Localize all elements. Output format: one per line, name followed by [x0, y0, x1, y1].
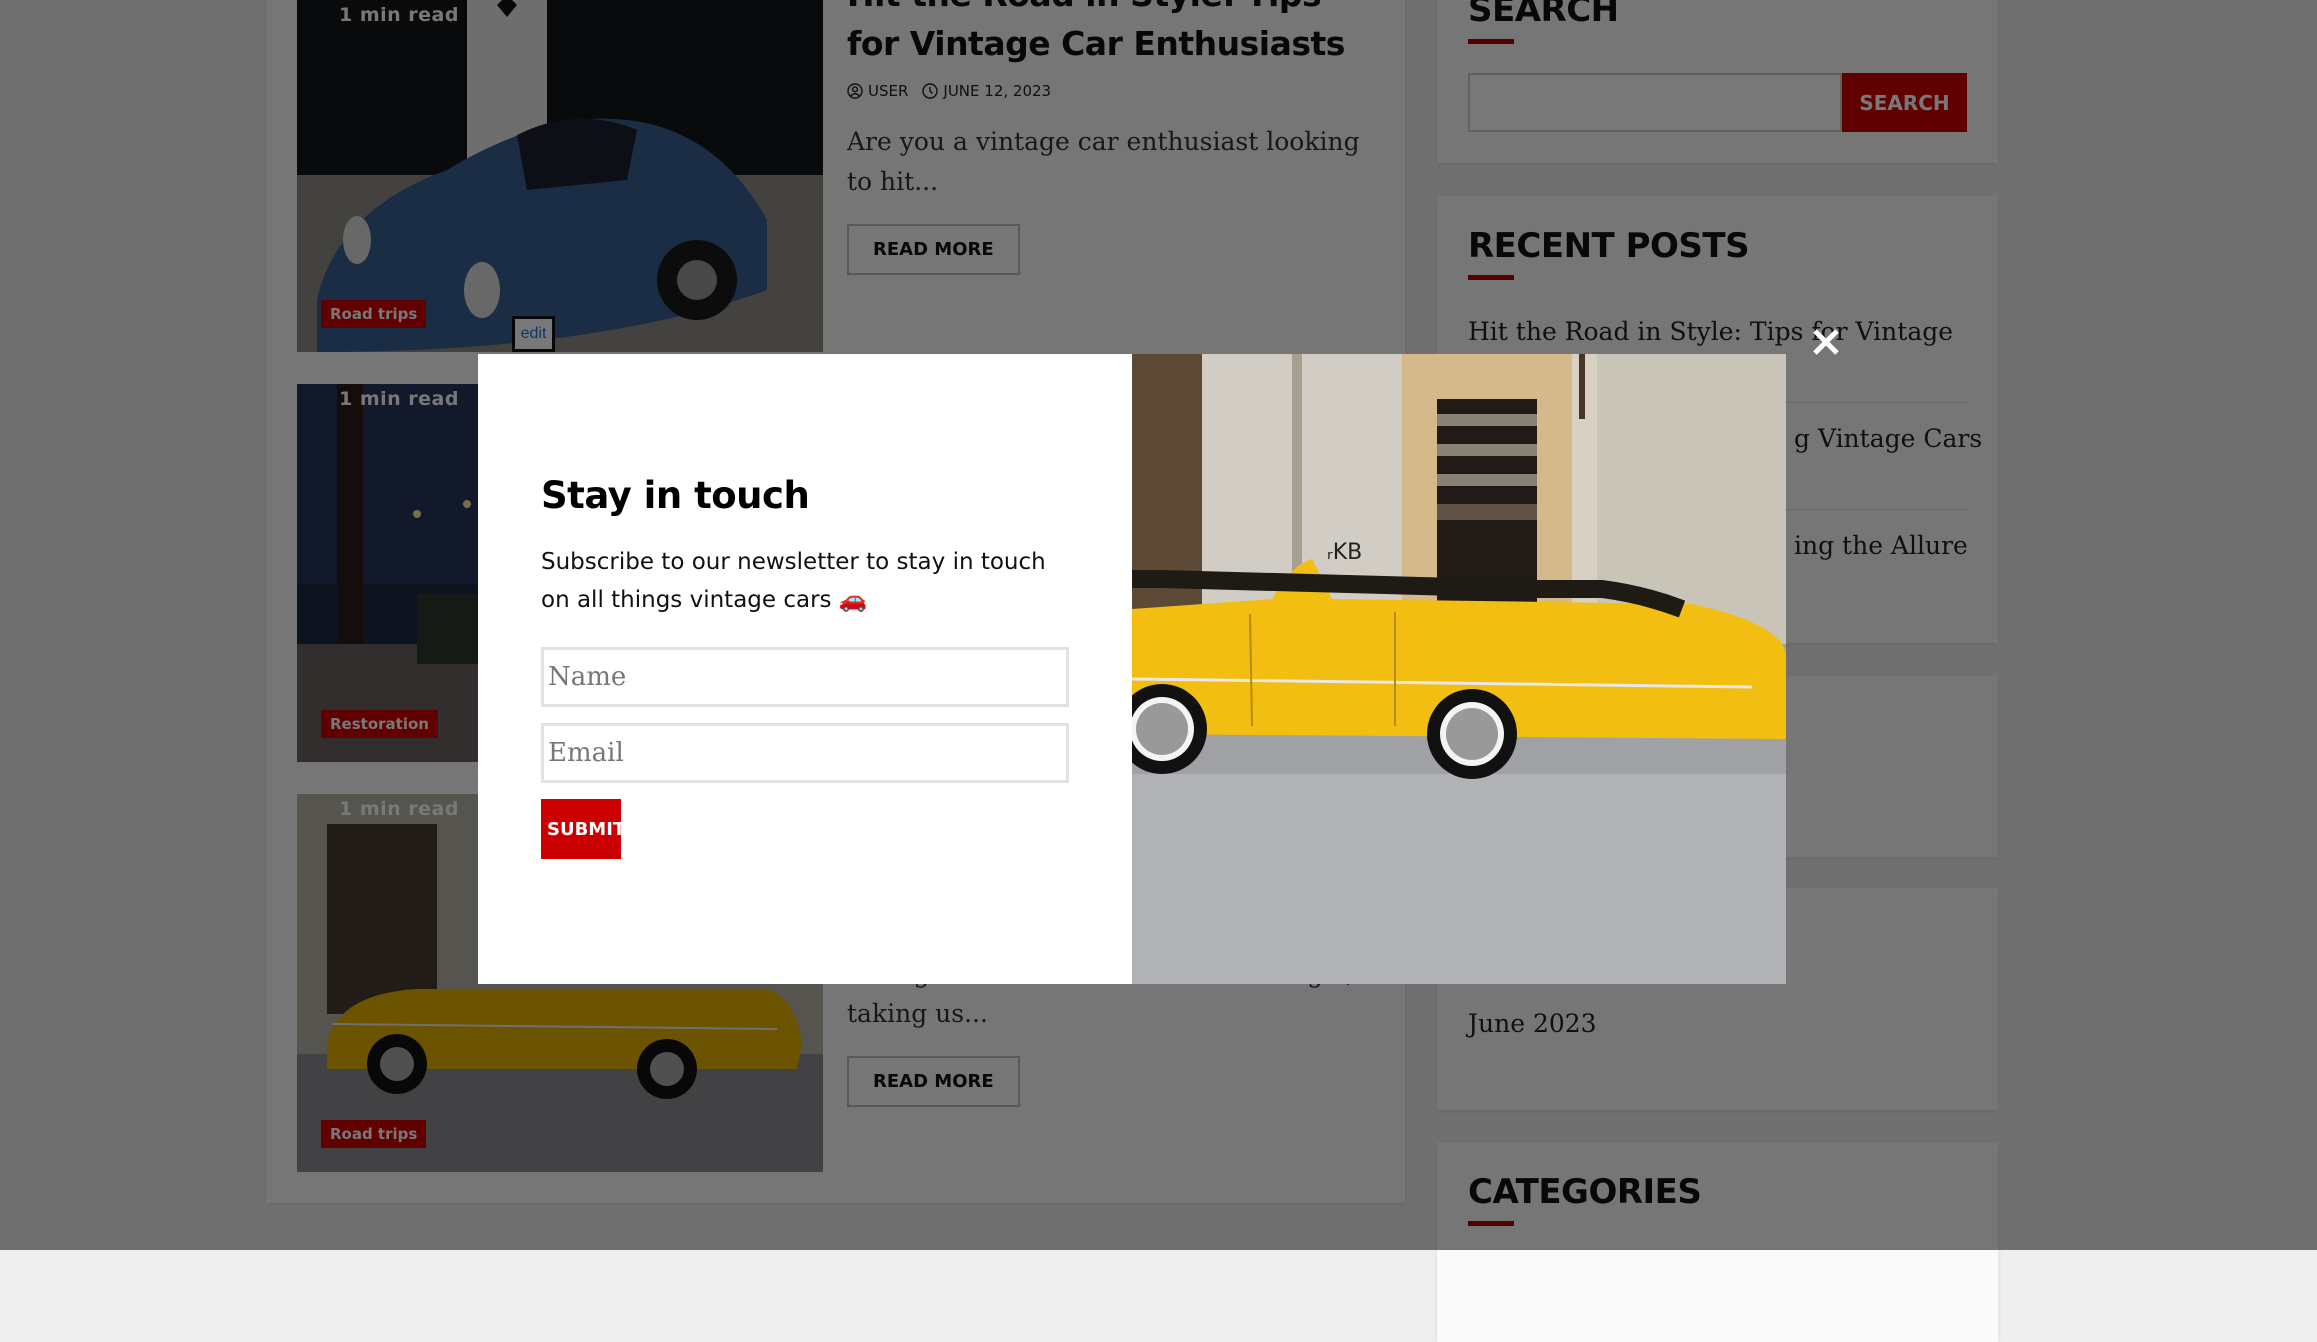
- modal-description: Subscribe to our newsletter to stay in t…: [541, 549, 1046, 613]
- close-modal-button[interactable]: [1806, 322, 1846, 362]
- close-icon: [1813, 329, 1839, 355]
- submit-button[interactable]: SUBMIT: [541, 799, 625, 859]
- newsletter-modal: Stay in touch Subscribe to our newslette…: [478, 354, 1786, 984]
- name-field[interactable]: [541, 647, 1069, 707]
- svg-text:ᵣKB: ᵣKB: [1327, 540, 1362, 565]
- newsletter-form-panel: Stay in touch Subscribe to our newslette…: [478, 354, 1132, 984]
- modal-title: Stay in touch: [541, 474, 810, 517]
- modal-image: ᵣKB: [1132, 354, 1786, 984]
- yellow-convertible-photo: ᵣKB: [1132, 354, 1786, 984]
- email-field[interactable]: [541, 723, 1069, 783]
